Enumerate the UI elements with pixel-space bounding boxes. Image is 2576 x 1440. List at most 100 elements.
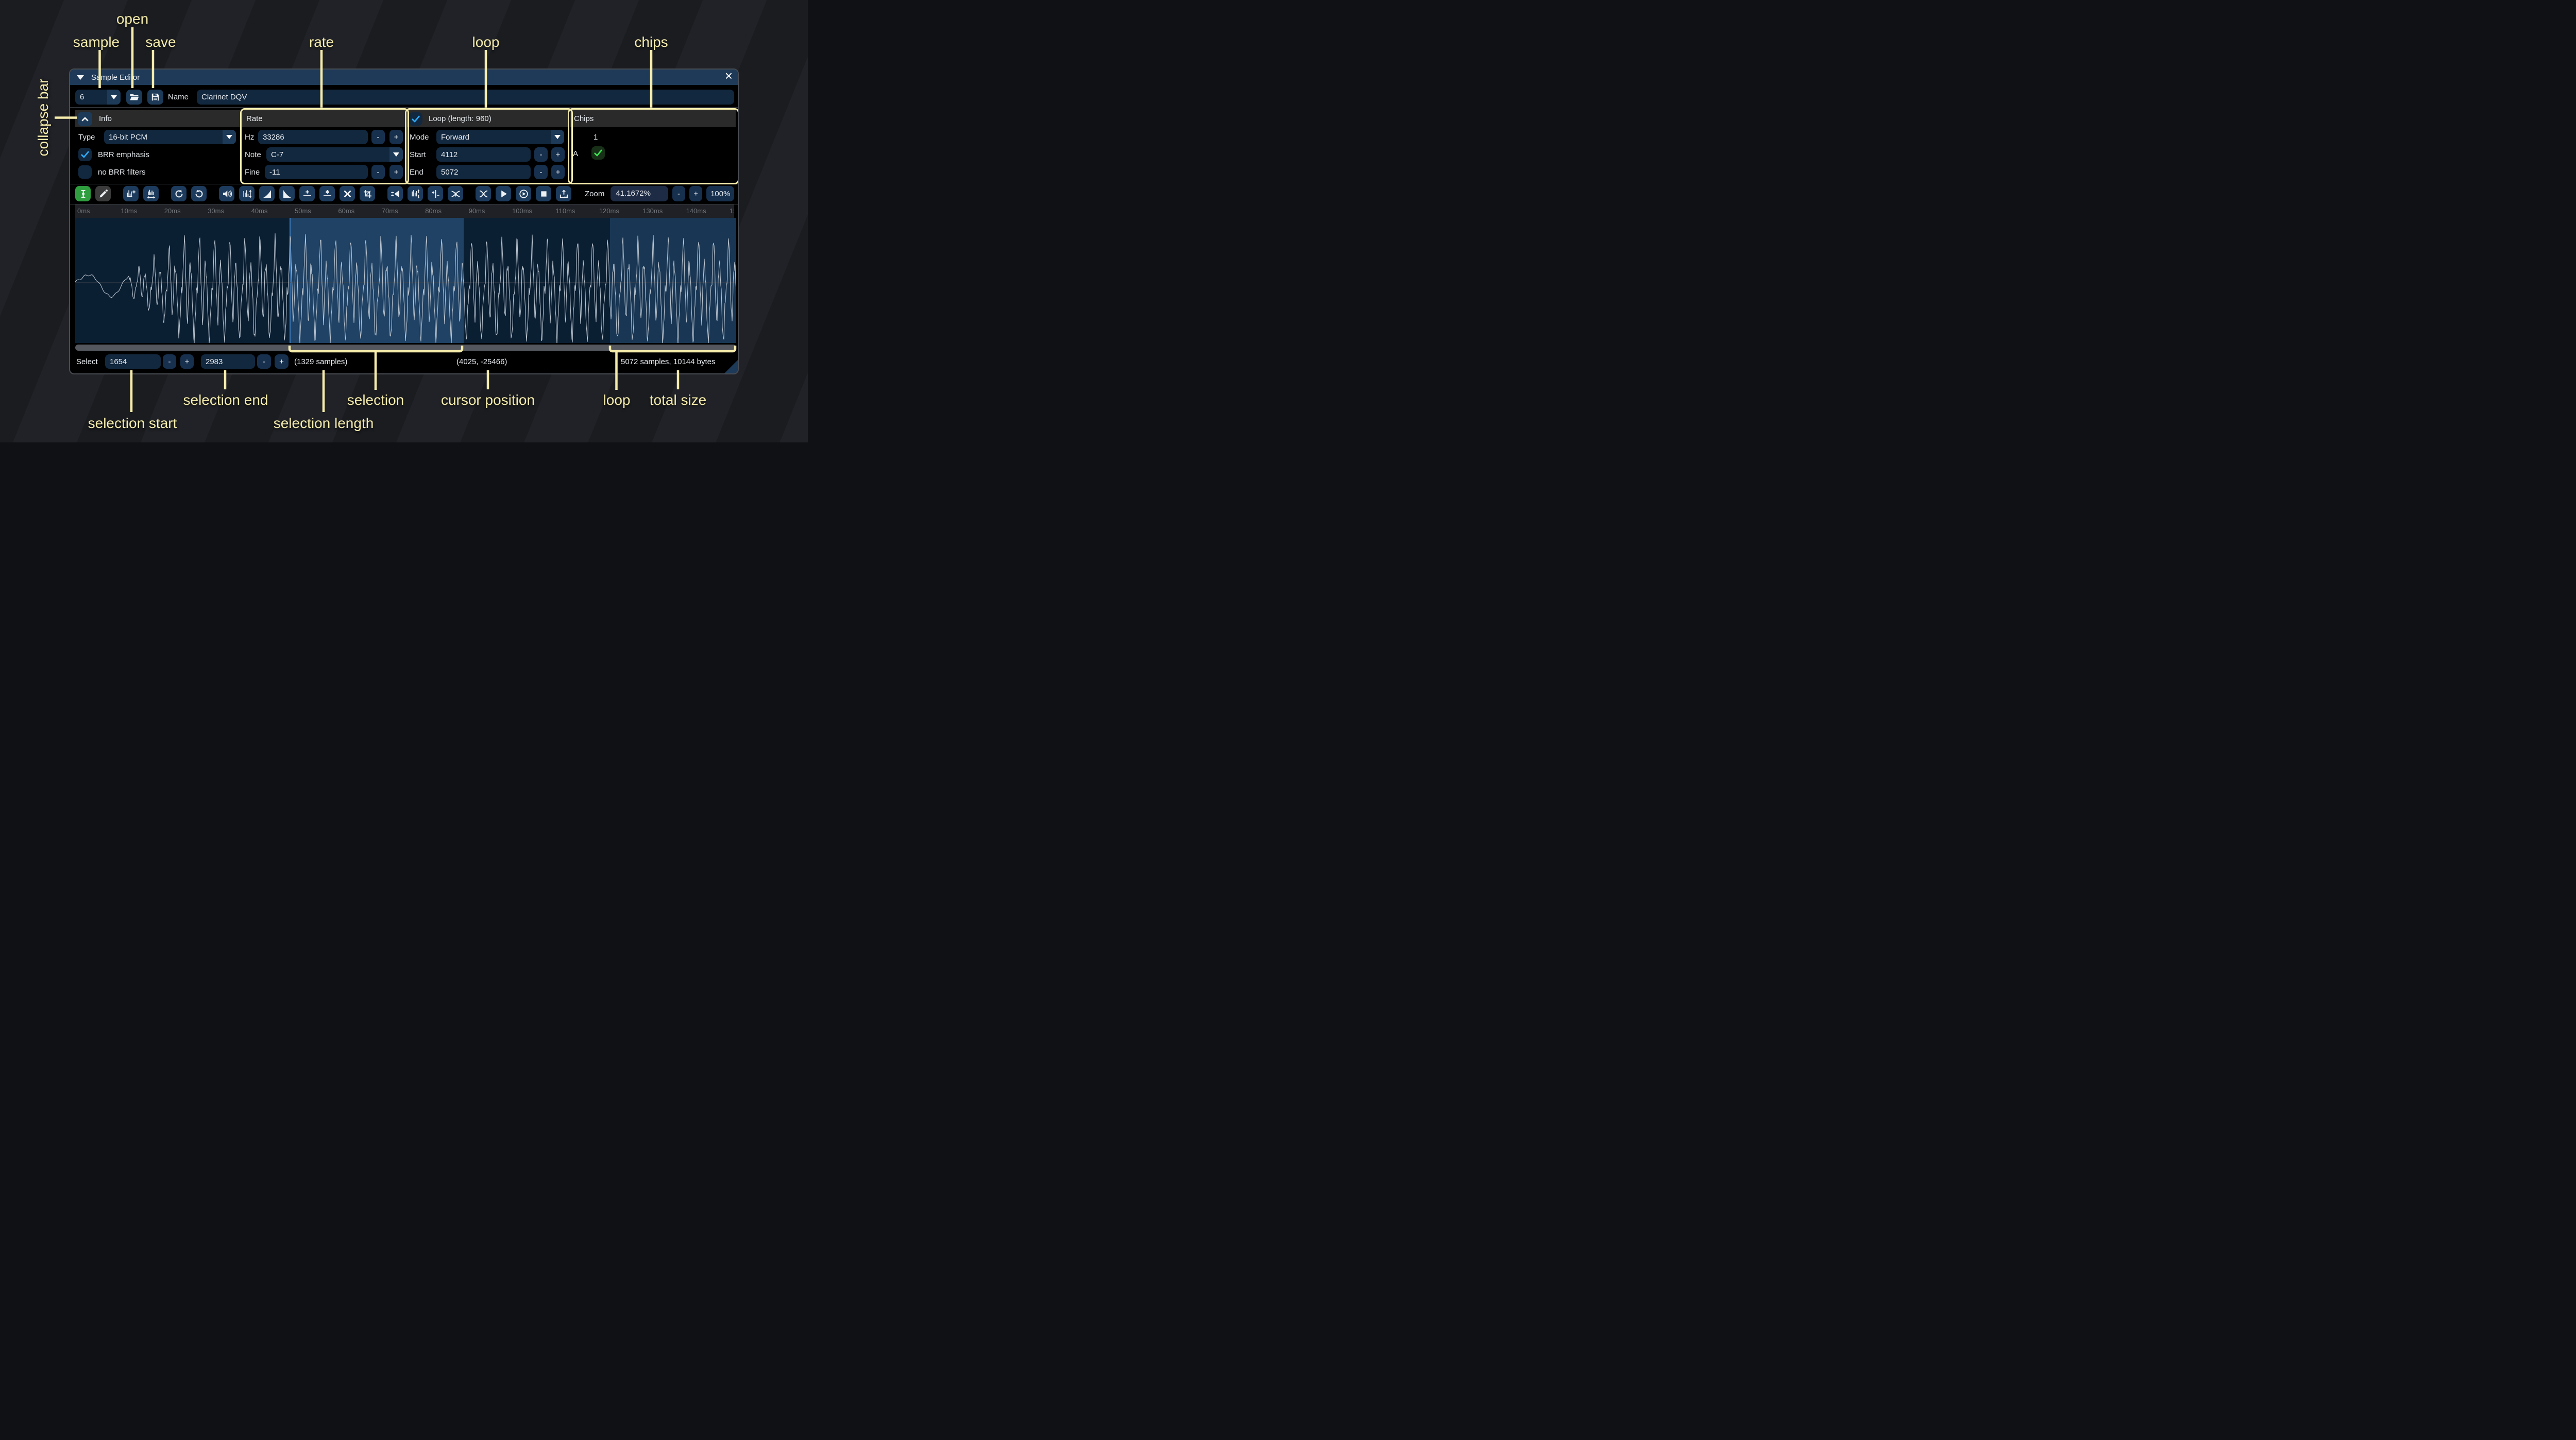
sign-button[interactable]	[428, 186, 443, 201]
chevron-up-icon	[80, 114, 90, 124]
annotation-collapse-bar-label: collapse bar	[35, 79, 52, 157]
redo-icon	[194, 189, 204, 199]
no-brr-filters-label: no BRR filters	[98, 168, 146, 177]
chips-panel: Chips 1 A	[570, 110, 736, 180]
annotation-sample-label: sample	[73, 34, 120, 50]
annotation-total-size-label: total size	[650, 392, 707, 408]
fine-field[interactable]: -11	[265, 165, 368, 179]
loop-end-minus-button[interactable]: -	[534, 165, 548, 179]
toolbar-group	[387, 186, 463, 201]
annotation-open-label: open	[116, 11, 148, 27]
note-label: Note	[245, 150, 261, 159]
open-button[interactable]	[126, 90, 142, 105]
info-panel-header: Info	[75, 110, 240, 127]
chips-column-header: 1	[594, 133, 598, 142]
edit-draw-icon	[98, 189, 108, 199]
resample-button[interactable]	[143, 186, 159, 201]
loop-mode-dropdown[interactable]	[551, 130, 564, 144]
fade-in-icon	[262, 189, 272, 199]
edit-draw-button[interactable]	[95, 186, 111, 201]
waveform-scroll-track[interactable]	[75, 345, 736, 351]
undo-button[interactable]	[171, 186, 187, 201]
fine-plus-button[interactable]: +	[389, 165, 403, 179]
insert-silence-button[interactable]	[299, 186, 315, 201]
sample-selector[interactable]: 6	[75, 90, 121, 105]
redo-button[interactable]	[191, 186, 207, 201]
hz-label: Hz	[245, 133, 254, 142]
no-brr-filters-checkbox[interactable]	[78, 165, 92, 179]
hz-minus-button[interactable]: -	[371, 130, 385, 144]
fine-label: Fine	[245, 168, 260, 177]
fine-minus-button[interactable]: -	[371, 165, 385, 179]
name-label: Name	[168, 93, 189, 101]
total-size-text: 5072 samples, 10144 bytes	[621, 354, 715, 369]
selection-start-plus-button[interactable]: +	[180, 354, 194, 369]
zoom-reset-button[interactable]: 100%	[706, 186, 734, 201]
crossfade-button[interactable]	[476, 186, 491, 201]
zoom-out-button[interactable]: -	[672, 186, 685, 201]
invert-button[interactable]	[408, 186, 423, 201]
ruler-tick: 100ms	[512, 207, 532, 215]
loop-mode-selector[interactable]: Forward	[436, 130, 564, 144]
delete-button[interactable]	[340, 186, 355, 201]
loop-start-plus-button[interactable]: +	[551, 147, 565, 162]
waveform-view[interactable]	[75, 218, 736, 343]
hz-plus-button[interactable]: +	[389, 130, 403, 144]
stop-button[interactable]	[536, 186, 551, 201]
note-selector-dropdown[interactable]	[389, 147, 403, 162]
selection-end-plus-button[interactable]: +	[275, 354, 289, 369]
type-selector[interactable]: 16-bit PCM	[104, 130, 236, 144]
window-collapse-icon[interactable]	[77, 75, 84, 80]
play-loop-button[interactable]	[516, 186, 531, 201]
ruler-tick: 150	[730, 207, 734, 215]
fade-out-button[interactable]	[279, 186, 295, 201]
waveform-scrollbar[interactable]	[75, 345, 736, 351]
import-button[interactable]	[556, 186, 571, 201]
loop-start-field[interactable]: 4112	[436, 147, 531, 162]
window-resize-grip[interactable]	[724, 360, 738, 373]
amplify-button[interactable]	[219, 186, 234, 201]
waveform-plot	[75, 218, 736, 343]
zoom-in-button[interactable]: +	[689, 186, 702, 201]
filter-icon	[451, 189, 461, 199]
selection-end-minus-button[interactable]: -	[257, 354, 271, 369]
loop-panel: Loop (length: 960) Mode Forward Start 41…	[407, 110, 568, 180]
loop-end-label: End	[410, 168, 423, 177]
hz-field[interactable]: 33286	[258, 130, 368, 144]
note-selector[interactable]: C-7	[266, 147, 403, 162]
play-button[interactable]	[496, 186, 511, 201]
check-icon	[411, 114, 421, 124]
selection-start-field[interactable]: 1654	[105, 354, 161, 369]
trim-button[interactable]	[360, 186, 375, 201]
loop-start-minus-button[interactable]: -	[534, 147, 548, 162]
loop-end-field[interactable]: 5072	[436, 165, 531, 179]
loop-enabled-checkbox[interactable]	[409, 112, 422, 126]
type-selector-dropdown[interactable]	[223, 130, 236, 144]
brr-emphasis-checkbox[interactable]	[78, 148, 92, 161]
zoom-field[interactable]: 41.1672%	[611, 186, 668, 201]
play-loop-icon	[519, 189, 529, 199]
normalize-button[interactable]	[239, 186, 255, 201]
chip-a-enabled-checkbox[interactable]	[591, 146, 605, 160]
close-button[interactable]: ×	[725, 68, 733, 84]
filter-button[interactable]	[448, 186, 463, 201]
desktop-background: Sample Editor × 6 Name Clarinet DQV Info…	[0, 0, 808, 442]
titlebar[interactable]: Sample Editor ×	[70, 70, 738, 85]
apply-silence-button[interactable]	[319, 186, 335, 201]
resize-button[interactable]	[123, 186, 139, 201]
selection-start-minus-button[interactable]: -	[163, 354, 176, 369]
reverse-button[interactable]	[387, 186, 403, 201]
sample-selector-value: 6	[75, 90, 107, 105]
selection-end-field[interactable]: 2983	[201, 354, 255, 369]
status-bar: Select 1654 - + 2983 - + (1329 samples) …	[75, 354, 734, 369]
name-field[interactable]: Clarinet DQV	[197, 90, 734, 105]
loop-end-plus-button[interactable]: +	[551, 165, 565, 179]
save-button[interactable]	[147, 90, 163, 105]
collapse-bar-button[interactable]	[78, 112, 92, 126]
edit-select-button[interactable]	[75, 186, 91, 201]
fade-in-button[interactable]	[259, 186, 275, 201]
invert-icon	[411, 189, 420, 199]
chevron-down-icon	[554, 135, 561, 139]
ruler-tick: 70ms	[382, 207, 398, 215]
sample-selector-dropdown[interactable]	[107, 90, 121, 105]
